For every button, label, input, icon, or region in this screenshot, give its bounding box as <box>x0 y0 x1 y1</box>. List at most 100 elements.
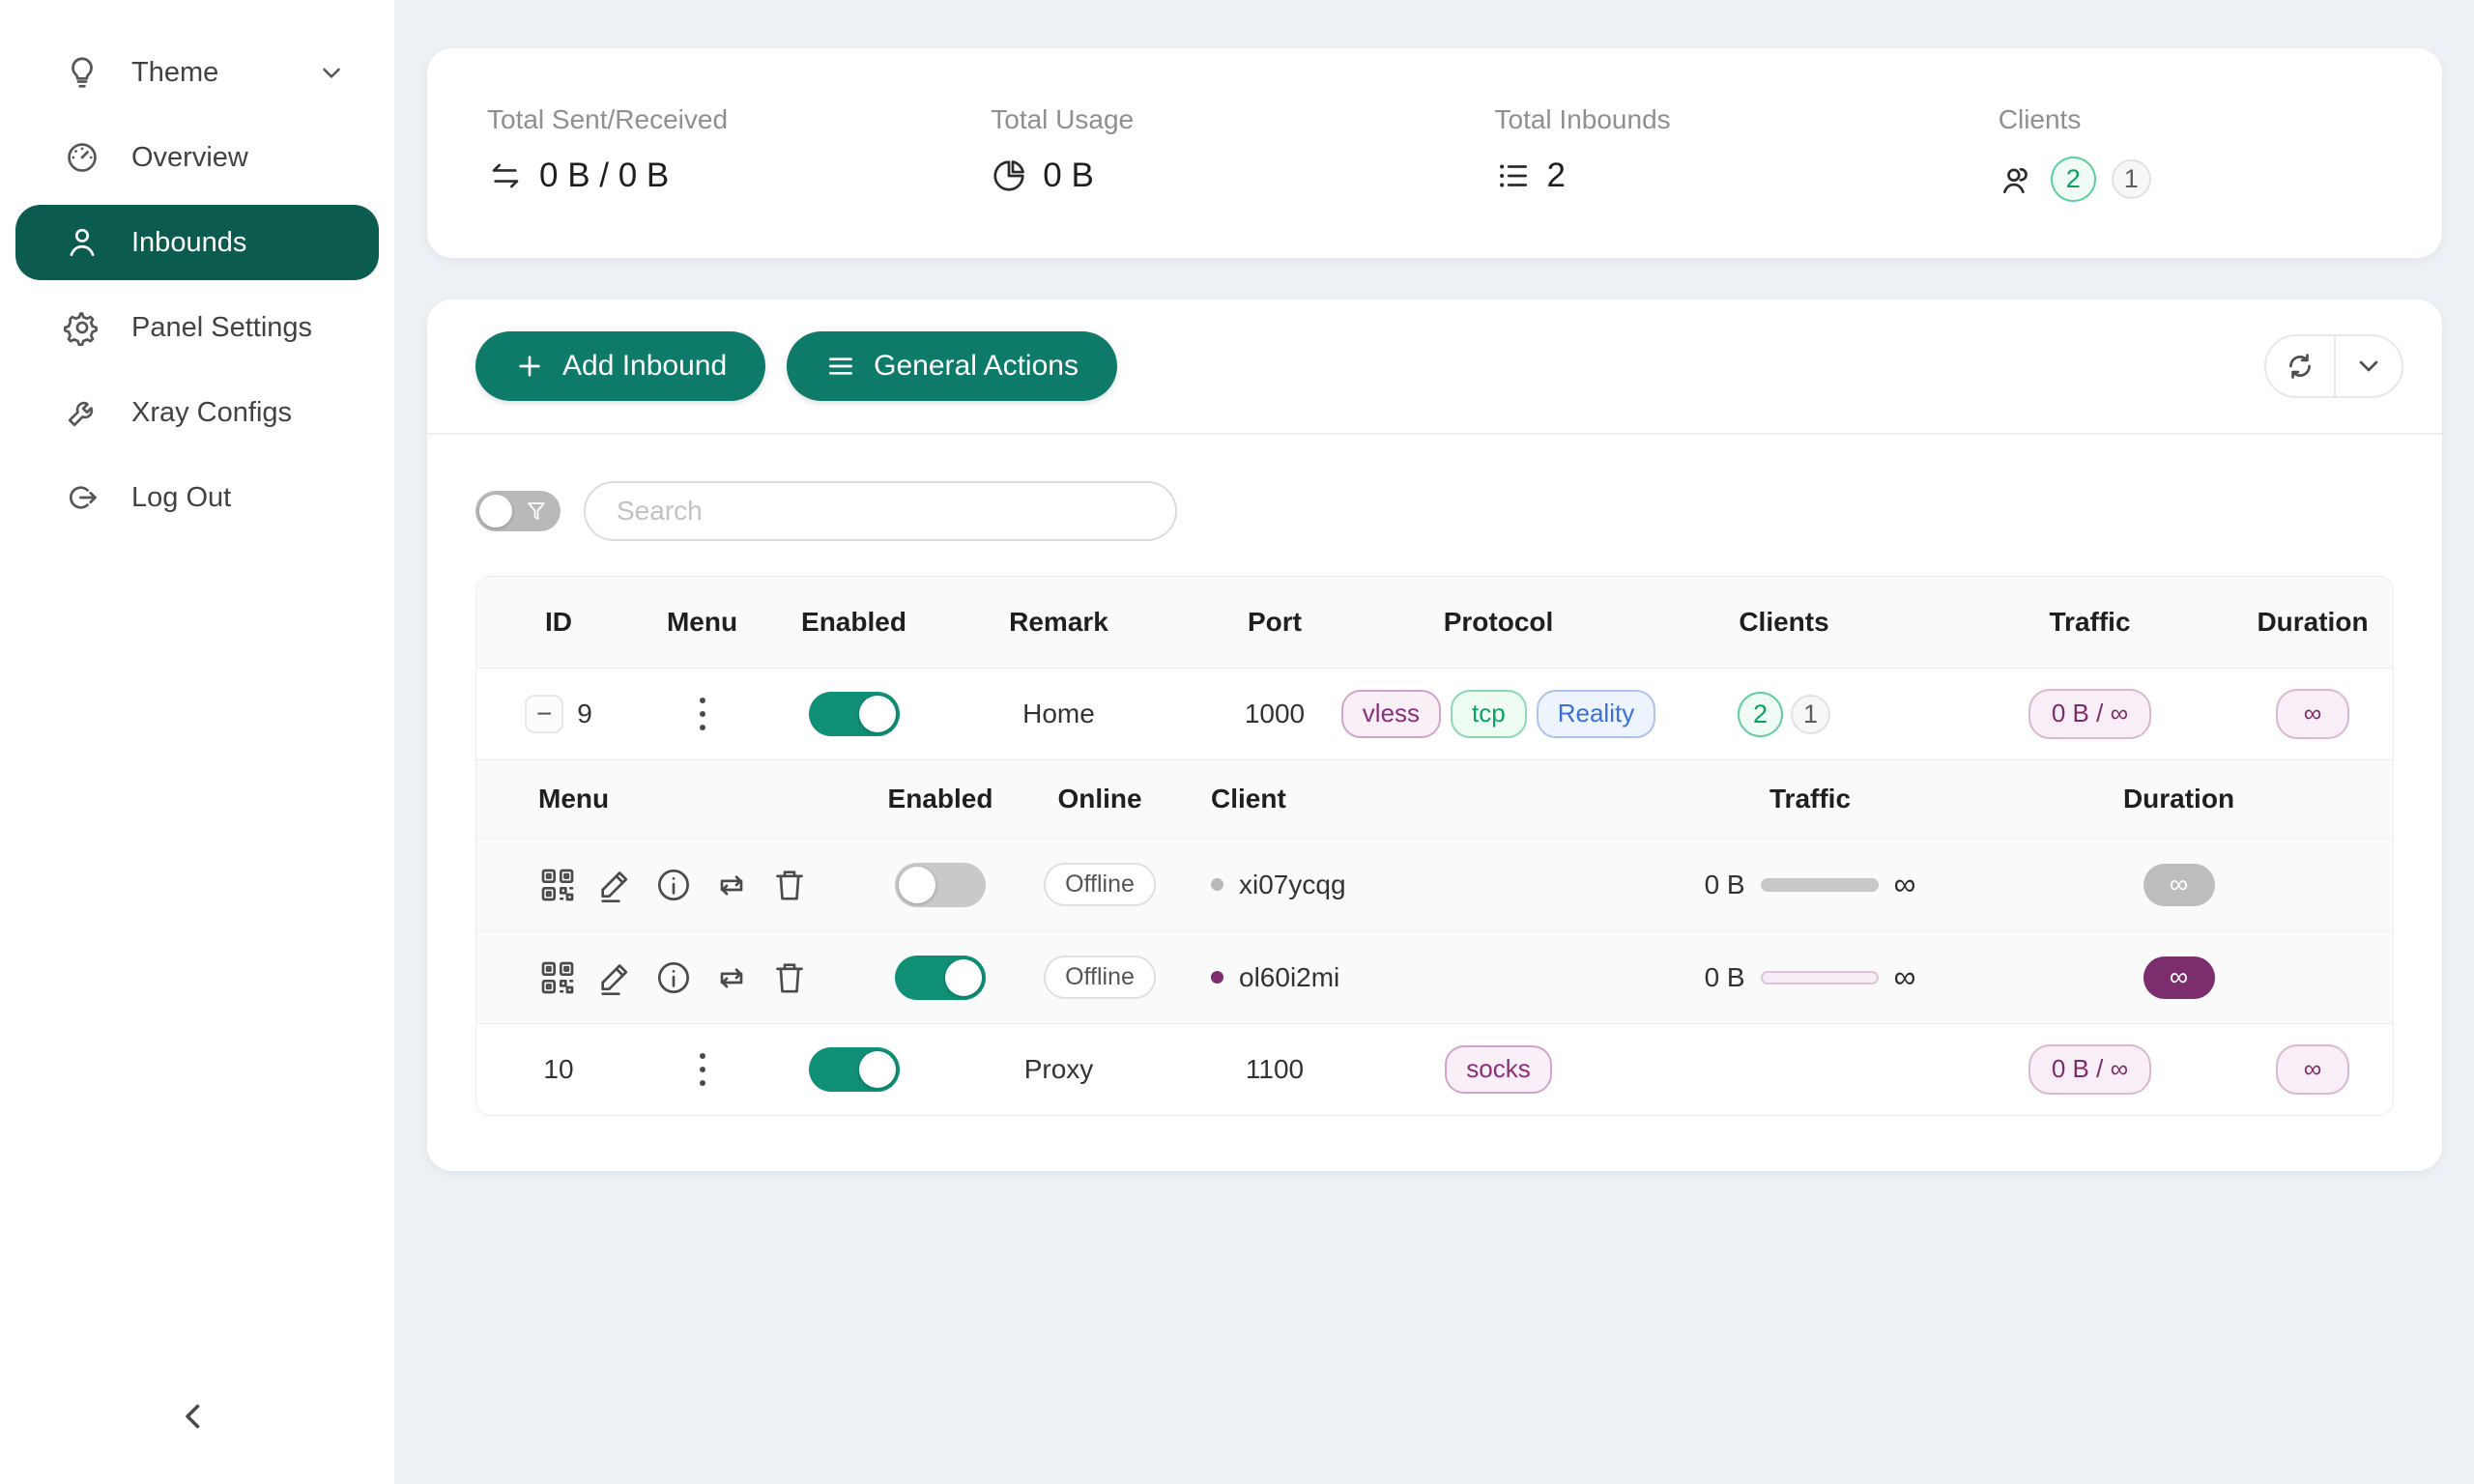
duration-badge: ∞ <box>2276 689 2349 739</box>
collapse-row-button[interactable]: − <box>525 695 563 733</box>
stat-label: Clients <box>1999 104 2442 135</box>
refresh-dropdown-button[interactable] <box>2334 336 2402 396</box>
inbound-remark: Proxy <box>944 1054 1173 1085</box>
sidebar-item-log-out[interactable]: Log Out <box>15 460 379 535</box>
reset-traffic-icon[interactable] <box>712 958 751 997</box>
main-content: Total Sent/Received 0 B / 0 B Total Usag… <box>394 0 2474 1484</box>
row-menu-button[interactable] <box>690 688 715 740</box>
online-status-badge: Offline <box>1044 863 1156 906</box>
column-header-protocol: Protocol <box>1376 607 1621 638</box>
protocol-tag: tcp <box>1451 690 1527 738</box>
traffic-badge: 0 B / ∞ <box>2028 1044 2151 1095</box>
traffic-used: 0 B <box>1705 870 1745 900</box>
traffic-progress-bar <box>1761 878 1879 892</box>
client-row: Offline ol60i2mi 0 B ∞ ∞ <box>476 930 2393 1023</box>
wrench-icon <box>64 394 101 431</box>
toolbar: Add Inbound General Actions <box>427 300 2442 435</box>
client-enabled-toggle[interactable] <box>895 863 986 907</box>
online-status-badge: Offline <box>1044 956 1156 999</box>
traffic-limit: ∞ <box>1894 959 1916 995</box>
sidebar-item-inbounds[interactable]: Inbounds <box>15 205 379 280</box>
lightbulb-icon <box>64 54 101 91</box>
qr-code-icon[interactable] <box>538 958 577 997</box>
sidebar-item-label: Inbounds <box>131 227 246 259</box>
subtable-header-row: Menu Enabled Online Client Traffic Durat… <box>476 760 2393 838</box>
edit-icon[interactable] <box>596 866 635 904</box>
protocol-tag: vless <box>1341 690 1441 738</box>
column-header-online: Online <box>1018 784 1182 814</box>
row-menu-button[interactable] <box>690 1043 715 1096</box>
delete-icon[interactable] <box>770 866 809 904</box>
column-header-menu: Menu <box>641 607 763 638</box>
client-name: ol60i2mi <box>1239 962 1339 993</box>
general-actions-label: General Actions <box>874 350 1079 383</box>
duration-badge: ∞ <box>2143 864 2215 906</box>
sidebar-item-label: Log Out <box>131 482 231 514</box>
sidebar-item-overview[interactable]: Overview <box>15 120 379 195</box>
clients-deactivated-badge: 1 <box>1791 695 1830 734</box>
inbounds-card: Add Inbound General Actions <box>427 300 2442 1171</box>
sidebar-item-label: Overview <box>131 142 248 174</box>
info-icon[interactable] <box>654 866 693 904</box>
column-header-duration: Duration <box>2232 607 2393 638</box>
client-subtable: Menu Enabled Online Client Traffic Durat… <box>476 760 2393 1023</box>
edit-icon[interactable] <box>596 958 635 997</box>
transfer-icon <box>487 157 524 194</box>
inbounds-table: ID Menu Enabled Remark Port Protocol Cli… <box>475 576 2394 1116</box>
client-name: xi07ycqg <box>1239 870 1346 900</box>
traffic-progress-bar <box>1761 971 1879 985</box>
qr-code-icon[interactable] <box>538 866 577 904</box>
client-row: Offline xi07ycqg 0 B ∞ ∞ <box>476 838 2393 930</box>
inbound-enabled-toggle[interactable] <box>809 1047 900 1092</box>
clients-online-badge: 2 <box>1738 692 1783 737</box>
column-header-remark: Remark <box>944 607 1173 638</box>
column-header-traffic: Traffic <box>1588 784 2032 814</box>
filter-toggle[interactable] <box>475 491 561 531</box>
stat-label: Total Usage <box>991 104 1434 135</box>
stat-clients: Clients 2 1 <box>1939 48 2442 258</box>
column-header-enabled: Enabled <box>863 784 1018 814</box>
sidebar-item-panel-settings[interactable]: Panel Settings <box>15 290 379 365</box>
table-row: − 9 Home 1000 vless tcp Reality 2 <box>476 669 2393 760</box>
add-inbound-label: Add Inbound <box>562 350 727 383</box>
reset-traffic-icon[interactable] <box>712 866 751 904</box>
gear-icon <box>64 309 101 346</box>
list-icon <box>1495 157 1532 194</box>
column-header-port: Port <box>1173 607 1376 638</box>
add-inbound-button[interactable]: Add Inbound <box>475 331 765 401</box>
search-input[interactable] <box>584 481 1177 541</box>
chevron-left-icon <box>176 1399 211 1434</box>
delete-icon[interactable] <box>770 958 809 997</box>
column-header-client: Client <box>1182 784 1588 814</box>
protocol-tag: socks <box>1445 1045 1551 1094</box>
client-enabled-toggle[interactable] <box>895 956 986 1000</box>
clients-online-badge: 2 <box>2051 157 2096 202</box>
traffic-used: 0 B <box>1705 962 1745 993</box>
sidebar-item-theme[interactable]: Theme <box>15 35 379 110</box>
general-actions-button[interactable]: General Actions <box>787 331 1117 401</box>
chevron-down-icon <box>2353 351 2384 382</box>
refresh-button-group <box>2264 334 2403 398</box>
column-header-duration: Duration <box>2032 784 2393 814</box>
inbound-remark: Home <box>944 699 1173 729</box>
plus-icon <box>514 351 545 382</box>
stat-label: Total Sent/Received <box>487 104 931 135</box>
inbound-id: 10 <box>543 1054 573 1085</box>
column-header-enabled: Enabled <box>763 607 944 638</box>
traffic-badge: 0 B / ∞ <box>2028 689 2151 739</box>
traffic-limit: ∞ <box>1894 867 1916 902</box>
client-status-dot <box>1211 971 1223 984</box>
client-status-dot <box>1211 878 1223 891</box>
sidebar-collapse-button[interactable] <box>162 1385 224 1447</box>
users-icon <box>1999 161 2035 198</box>
stat-value-text: 2 <box>1547 157 1566 195</box>
stats-card: Total Sent/Received 0 B / 0 B Total Usag… <box>427 48 2442 258</box>
sidebar-item-label: Xray Configs <box>131 397 292 429</box>
column-header-menu: Menu <box>476 784 863 814</box>
sidebar: Theme Overview Inbounds Panel Settings X… <box>0 0 394 1484</box>
info-icon[interactable] <box>654 958 693 997</box>
refresh-button[interactable] <box>2266 336 2334 396</box>
sidebar-item-xray-configs[interactable]: Xray Configs <box>15 375 379 450</box>
toggle-knob <box>479 495 512 528</box>
inbound-enabled-toggle[interactable] <box>809 692 900 736</box>
